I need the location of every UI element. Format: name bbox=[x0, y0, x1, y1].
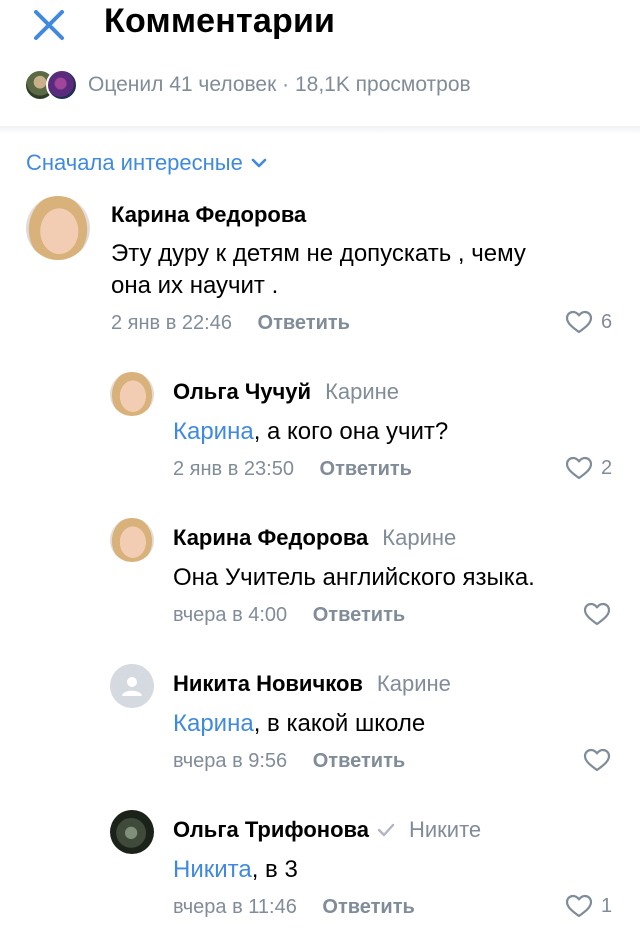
like-button[interactable] bbox=[583, 602, 611, 626]
user-icon bbox=[122, 677, 142, 696]
author-name[interactable]: Карина Федорова bbox=[173, 525, 368, 551]
liker-avatars bbox=[24, 69, 78, 101]
comment-text: Карина, в какой школе bbox=[173, 710, 426, 737]
stats-text: Оценил 41 человек · 18,1K просмотров bbox=[88, 73, 471, 96]
like-button[interactable]: 2 bbox=[565, 456, 612, 480]
like-count: 1 bbox=[601, 894, 613, 917]
heart-icon bbox=[565, 894, 593, 918]
comment-meta: 2 янв в 22:46 Ответить bbox=[111, 312, 350, 335]
heart-icon bbox=[565, 310, 593, 334]
header: Комментарии bbox=[0, 0, 640, 47]
author-name[interactable]: Ольга Трифонова bbox=[173, 817, 369, 843]
reply-button[interactable]: Ответить bbox=[320, 458, 412, 480]
comment-meta: вчера в 9:56 Ответить bbox=[173, 750, 405, 773]
chevron-down-icon bbox=[251, 158, 267, 168]
avatar[interactable] bbox=[110, 372, 154, 416]
comment-meta: 2 янв в 23:50 Ответить bbox=[173, 458, 412, 481]
like-count: 6 bbox=[601, 310, 613, 333]
like-button[interactable]: 6 bbox=[565, 310, 612, 334]
divider bbox=[0, 126, 640, 134]
comment-time: вчера в 9:56 bbox=[173, 750, 288, 772]
reply-button[interactable]: Ответить bbox=[258, 312, 350, 334]
reply-to[interactable]: Карине bbox=[377, 671, 451, 697]
close-icon[interactable] bbox=[30, 6, 68, 44]
comment-time: 2 янв в 23:50 bbox=[173, 458, 294, 480]
avatar[interactable] bbox=[26, 196, 90, 260]
author-name[interactable]: Никита Новичков bbox=[173, 671, 363, 697]
page-title: Комментарии bbox=[104, 2, 336, 40]
avatar[interactable] bbox=[110, 664, 154, 708]
author-name[interactable]: Ольга Чучуй bbox=[173, 379, 311, 405]
comment-meta: вчера в 4:00 Ответить bbox=[173, 604, 405, 627]
heart-icon bbox=[583, 748, 611, 772]
avatar[interactable] bbox=[110, 810, 154, 854]
reply-button[interactable]: Ответить bbox=[313, 750, 405, 772]
sort-label: Сначала интересные bbox=[26, 150, 243, 175]
likes-stats[interactable]: Оценил 41 человек · 18,1K просмотров bbox=[24, 68, 471, 102]
mention-link[interactable]: Никита bbox=[173, 856, 252, 883]
reply-to[interactable]: Карине bbox=[382, 525, 456, 551]
comment-text: Карина, а кого она учит? bbox=[173, 418, 449, 445]
reply-button[interactable]: Ответить bbox=[322, 896, 414, 918]
heart-icon bbox=[565, 456, 593, 480]
mention-link[interactable]: Карина bbox=[173, 710, 254, 737]
sort-dropdown[interactable]: Сначала интересные bbox=[26, 150, 267, 176]
like-count: 2 bbox=[601, 456, 613, 479]
reply-to[interactable]: Никите bbox=[409, 817, 481, 843]
comment-text: Она Учитель английского языка. bbox=[173, 564, 535, 591]
comment-text: Никита, в 3 bbox=[173, 856, 298, 883]
author-name[interactable]: Карина Федорова bbox=[111, 202, 306, 228]
comment-time: вчера в 11:46 bbox=[173, 896, 297, 918]
like-button[interactable] bbox=[583, 748, 611, 772]
comment-text: Эту дуру к детям не допускать , чему она… bbox=[111, 240, 526, 299]
comment-time: 2 янв в 22:46 bbox=[111, 312, 232, 334]
heart-icon bbox=[583, 602, 611, 626]
verified-check-icon bbox=[377, 823, 395, 837]
comment-meta: вчера в 11:46 Ответить bbox=[173, 896, 415, 919]
reply-to[interactable]: Карине bbox=[325, 379, 399, 405]
like-button[interactable]: 1 bbox=[565, 894, 612, 918]
comment-time: вчера в 4:00 bbox=[173, 604, 288, 626]
avatar[interactable] bbox=[110, 518, 154, 562]
reply-button[interactable]: Ответить bbox=[313, 604, 405, 626]
mention-link[interactable]: Карина bbox=[173, 418, 254, 445]
avatar bbox=[46, 69, 78, 101]
